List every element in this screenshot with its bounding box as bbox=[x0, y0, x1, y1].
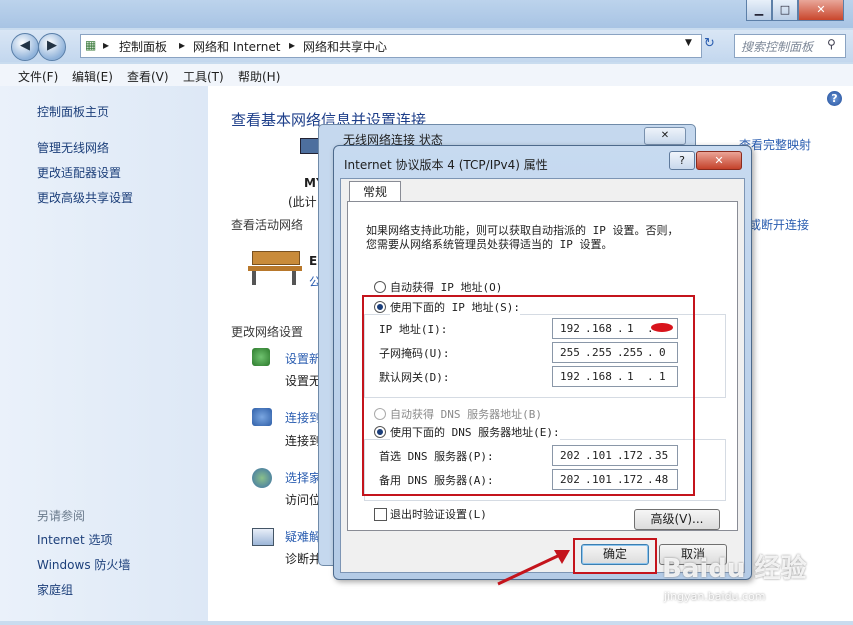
task-link-troubleshoot[interactable]: 疑难解 bbox=[285, 528, 321, 545]
see-also-heading: 另请参阅 bbox=[37, 509, 86, 523]
computer-sub: (此计 bbox=[288, 195, 317, 209]
chevron-down-icon[interactable]: ▼ bbox=[685, 38, 692, 48]
task-link-homegroup[interactable]: 选择家 bbox=[285, 469, 321, 486]
homegroup-icon bbox=[252, 468, 272, 488]
bench-icon-leg bbox=[252, 271, 256, 285]
connect-network-icon bbox=[252, 408, 272, 426]
task-desc: 设置无 bbox=[285, 374, 322, 388]
breadcrumb-item[interactable]: 网络和 Internet bbox=[193, 38, 280, 55]
network-name[interactable]: E bbox=[309, 254, 317, 268]
breadcrumb-sep-icon: ▸ bbox=[103, 38, 110, 52]
task-desc: 访问位 bbox=[285, 493, 322, 507]
close-button[interactable]: ✕ bbox=[798, 0, 844, 21]
address-bar[interactable]: ▦ ▸ 控制面板 ▸ 网络和 Internet ▸ 网络和共享中心 ▼ bbox=[80, 34, 702, 58]
validate-label[interactable]: 退出时验证设置(L) bbox=[390, 506, 487, 522]
task-link-connect[interactable]: 连接到 bbox=[285, 409, 321, 426]
menu-help[interactable]: 帮助(H) bbox=[238, 68, 280, 85]
watermark-brand: Baidu 经验 bbox=[662, 554, 807, 584]
troubleshoot-icon bbox=[252, 528, 274, 546]
tab-general[interactable]: 常规 bbox=[349, 181, 401, 202]
sidebar: 控制面板主页 管理无线网络 更改适配器设置 更改高级共享设置 另请参阅 Inte… bbox=[0, 86, 208, 621]
ok-button[interactable]: 确定 bbox=[581, 544, 649, 565]
menu-edit[interactable]: 编辑(E) bbox=[72, 68, 113, 85]
control-panel-icon: ▦ bbox=[85, 38, 97, 52]
search-input[interactable]: 搜索控制面板 ⚲ bbox=[734, 34, 846, 58]
breadcrumb-sep-icon: ▸ bbox=[289, 38, 296, 52]
sidebar-link-manage-wireless[interactable]: 管理无线网络 bbox=[37, 139, 109, 156]
advanced-button[interactable]: 高级(V)... bbox=[634, 509, 720, 530]
title-bar: ▁ □ ✕ bbox=[0, 0, 853, 28]
sidebar-link-homegroup[interactable]: 家庭组 bbox=[37, 581, 73, 598]
annotation-arrow-icon bbox=[497, 550, 570, 586]
bench-icon-leg bbox=[292, 271, 296, 285]
help-icon[interactable]: ? bbox=[827, 91, 842, 106]
general-tab-panel: 如果网络支持此功能，则可以获取自动指派的 IP 设置。否则， 您需要从网络系统管… bbox=[347, 201, 738, 531]
auto-ip-label[interactable]: 自动获得 IP 地址(O) bbox=[390, 279, 502, 295]
breadcrumb-item[interactable]: 控制面板 bbox=[119, 38, 167, 55]
auto-ip-radio[interactable] bbox=[374, 281, 386, 293]
breadcrumb-item[interactable]: 网络和共享中心 bbox=[303, 38, 387, 55]
ipv4-properties-dialog: Internet 协议版本 4 (TCP/IPv4) 属性 ? ✕ 常规 如果网… bbox=[333, 145, 752, 580]
task-link-new-connection[interactable]: 设置新 bbox=[285, 350, 321, 367]
maximize-button[interactable]: □ bbox=[772, 0, 798, 21]
sidebar-home-link[interactable]: 控制面板主页 bbox=[37, 103, 109, 120]
wireless-status-close-button[interactable]: ✕ bbox=[644, 127, 686, 145]
dialog-title: Internet 协议版本 4 (TCP/IPv4) 属性 bbox=[344, 158, 548, 172]
validate-checkbox[interactable] bbox=[374, 508, 387, 521]
dialog-help-button[interactable]: ? bbox=[669, 151, 695, 170]
task-desc: 连接到 bbox=[285, 434, 322, 448]
watermark-url: jingyan.baidu.com bbox=[664, 590, 766, 603]
bench-icon bbox=[252, 251, 300, 265]
menu-file[interactable]: 文件(F) bbox=[18, 68, 58, 85]
sidebar-link-advanced-sharing[interactable]: 更改高级共享设置 bbox=[37, 189, 133, 206]
highlight-box bbox=[362, 295, 695, 496]
disconnect-link[interactable]: 或断开连接 bbox=[749, 216, 809, 233]
breadcrumb-sep-icon: ▸ bbox=[179, 38, 186, 52]
dialog-body: 常规 如果网络支持此功能，则可以获取自动指派的 IP 设置。否则， 您需要从网络… bbox=[340, 178, 745, 574]
menu-view[interactable]: 查看(V) bbox=[127, 68, 169, 85]
sidebar-link-internet-options[interactable]: Internet 选项 bbox=[37, 531, 112, 548]
search-icon[interactable]: ⚲ bbox=[827, 37, 836, 51]
menu-tools[interactable]: 工具(T) bbox=[183, 68, 224, 85]
dialog-close-button[interactable]: ✕ bbox=[696, 151, 742, 170]
computer-icon bbox=[300, 138, 320, 154]
change-settings-heading: 更改网络设置 bbox=[231, 325, 304, 339]
active-networks-heading: 查看活动网络 bbox=[231, 218, 304, 232]
sidebar-link-firewall[interactable]: Windows 防火墙 bbox=[37, 556, 130, 573]
description-line-2: 您需要从网络系统管理员处获得适当的 IP 设置。 bbox=[366, 238, 613, 251]
refresh-icon[interactable]: ↻ bbox=[704, 36, 715, 51]
back-button[interactable]: ◀ bbox=[11, 33, 39, 61]
forward-button[interactable]: ▶ bbox=[38, 33, 66, 61]
menu-bar: 文件(F) 编辑(E) 查看(V) 工具(T) 帮助(H) bbox=[0, 64, 853, 87]
new-connection-icon bbox=[252, 348, 270, 366]
minimize-button[interactable]: ▁ bbox=[746, 0, 772, 21]
sidebar-link-adapter-settings[interactable]: 更改适配器设置 bbox=[37, 164, 121, 181]
search-placeholder: 搜索控制面板 bbox=[741, 40, 814, 54]
